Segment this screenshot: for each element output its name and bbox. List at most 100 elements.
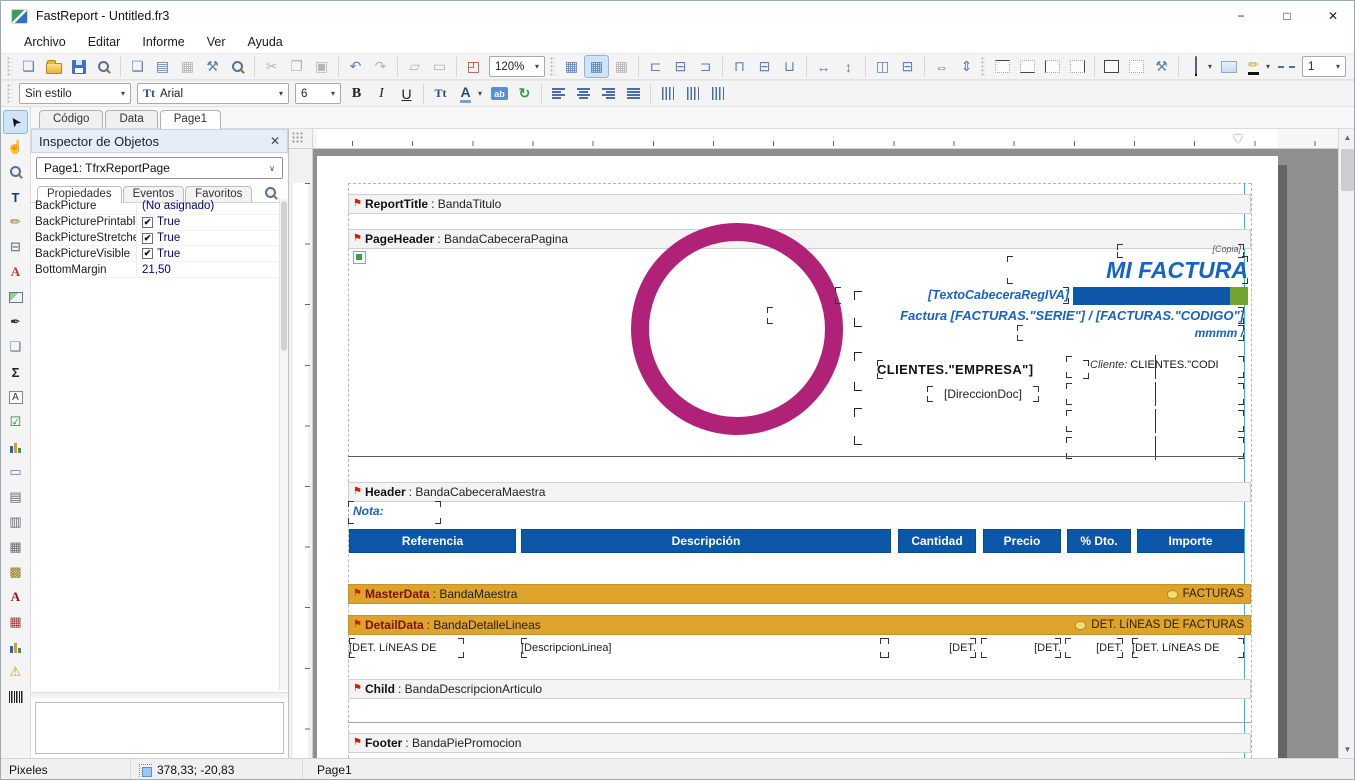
property-grid-scrollbar[interactable] <box>279 199 288 690</box>
property-row[interactable]: BackPicture(No asignado) <box>31 199 279 215</box>
preview-button[interactable] <box>91 55 116 78</box>
frame-all-button[interactable] <box>1099 55 1124 78</box>
inspector-splitter[interactable] <box>31 692 288 698</box>
cut-button[interactable]: ✂ <box>259 55 284 78</box>
save-button[interactable] <box>66 55 91 78</box>
tab-codigo[interactable]: Código <box>39 110 103 128</box>
property-row[interactable]: BackPictureVisible✔True <box>31 246 279 262</box>
highlight-dropdown[interactable]: ▾ <box>478 89 482 98</box>
memo-empty[interactable] <box>1066 383 1244 405</box>
tool-grid-button[interactable]: ▦ <box>3 535 28 559</box>
tab-page1[interactable]: Page1 <box>160 110 221 129</box>
frame-none-button[interactable] <box>1124 55 1149 78</box>
frame-right-button[interactable] <box>1065 55 1090 78</box>
tool-system-text-button[interactable]: Σ <box>3 360 28 384</box>
align-lefts-button[interactable]: ⊏ <box>643 55 668 78</box>
highlight-button[interactable]: A <box>453 82 478 105</box>
tool-checkbox-button[interactable]: ☑ <box>3 410 28 434</box>
italic-button[interactable]: I <box>369 82 394 105</box>
ruler-origin[interactable] <box>289 129 313 149</box>
tool-text-frame-button[interactable]: A <box>3 385 28 409</box>
memo-detail-dto[interactable]: [DET. <box>1065 638 1123 658</box>
menu-ayuda[interactable]: Ayuda <box>237 33 294 51</box>
tool-chart-button[interactable] <box>3 435 28 459</box>
show-grid-button[interactable]: ▦ <box>559 55 584 78</box>
tool-picture-object-button[interactable] <box>3 285 28 309</box>
space-vertically-button[interactable]: ↕ <box>836 55 861 78</box>
frame-left-button[interactable] <box>1040 55 1065 78</box>
inspector-close-icon[interactable]: ✕ <box>270 134 280 148</box>
band-header[interactable]: ⚑ Header: BandaCabeceraMaestra <box>348 482 1251 502</box>
background-button[interactable] <box>1216 55 1241 78</box>
memo-mi-factura[interactable]: MI FACTURA <box>1007 256 1248 284</box>
menu-ver[interactable]: Ver <box>196 33 237 51</box>
scrollbar-thumb[interactable] <box>281 201 287 351</box>
tool-format-button[interactable]: ✏ <box>3 210 28 234</box>
line-width-select[interactable]: 1▾ <box>1302 56 1346 77</box>
ungroup-button[interactable]: ▭ <box>427 55 452 78</box>
center-vertically-button[interactable]: ⊟ <box>895 55 920 78</box>
tool-hand-button[interactable]: ☝ <box>3 135 28 159</box>
vertical-ruler[interactable] <box>289 149 313 758</box>
frame-top-button[interactable] <box>990 55 1015 78</box>
frame-edit-button[interactable]: ⚒ <box>1149 55 1174 78</box>
tool-dmm-button[interactable]: ⚠ <box>3 660 28 684</box>
pageheader-line[interactable] <box>348 456 1244 457</box>
paste-button[interactable]: ▣ <box>309 55 334 78</box>
column-header-referencia[interactable]: Referencia <box>349 529 516 553</box>
checkbox-icon[interactable]: ✔ <box>142 248 153 259</box>
tool-select-button[interactable]: ➤ <box>3 110 28 134</box>
tab-data[interactable]: Data <box>105 110 157 128</box>
valign-bottom-button[interactable] <box>705 82 730 105</box>
regiva-color-bar[interactable] <box>1073 287 1248 305</box>
line-color-button[interactable]: ✏ <box>1241 55 1266 78</box>
align-tops-button[interactable]: ⊓ <box>727 55 752 78</box>
memo-detail-importe[interactable]: [DET. LíNEAS DE <box>1132 638 1244 658</box>
column-header-dto[interactable]: % Dto. <box>1067 529 1131 553</box>
rotate-button[interactable]: ↻ <box>512 82 537 105</box>
open-button[interactable] <box>41 55 66 78</box>
valign-top-button[interactable] <box>655 82 680 105</box>
align-to-grid-button[interactable]: ▦ <box>584 55 609 78</box>
tool-insert-band-button[interactable]: ⊟ <box>3 235 28 259</box>
frame-bottom-button[interactable] <box>1015 55 1040 78</box>
band-masterdata[interactable]: ⚑ MasterData: BandaMaestra FACTURAS <box>348 584 1251 604</box>
tool-db-richtext-button[interactable]: ▦ <box>3 610 28 634</box>
report-page[interactable]: ⚑ ReportTitle: BandaTitulo ⚑ PageHeader:… <box>317 156 1278 758</box>
band-child[interactable]: ⚑ Child: BandaDescripcionArticulo <box>348 679 1251 699</box>
memo-nota[interactable]: Nota: <box>348 501 441 524</box>
align-right-button[interactable] <box>596 82 621 105</box>
band-detaildata[interactable]: ⚑ DetailData: BandaDetalleLineas DET. Lí… <box>348 615 1251 635</box>
picture-placeholder-icon[interactable] <box>353 251 366 264</box>
style-select[interactable]: Sin estilo▾ <box>19 83 131 104</box>
logo-circle[interactable] <box>631 223 843 435</box>
menu-archivo[interactable]: Archivo <box>13 33 77 51</box>
toolbar-grip[interactable] <box>981 57 986 77</box>
center-horizontally-button[interactable]: ◫ <box>870 55 895 78</box>
tool-barcode-button[interactable] <box>3 685 28 709</box>
inspector-header[interactable]: Inspector de Objetos ✕ <box>31 129 288 153</box>
memo-factura-serie-codigo[interactable]: Factura [FACTURAS."SERIE"] / [FACTURAS."… <box>767 307 1244 324</box>
memo-detail-cantidad[interactable]: [DET. <box>880 638 976 658</box>
font-select[interactable]: TtArial▾ <box>137 83 289 104</box>
valign-middle-button[interactable] <box>680 82 705 105</box>
memo-empty[interactable] <box>1066 410 1244 432</box>
tool-table-button[interactable]: ▥ <box>3 510 28 534</box>
tool-gauge-button[interactable]: ▤ <box>3 485 28 509</box>
report-canvas[interactable]: ⚑ ReportTitle: BandaTitulo ⚑ PageHeader:… <box>313 149 1338 758</box>
line-style-button[interactable] <box>1274 55 1299 78</box>
align-justify-button[interactable] <box>621 82 646 105</box>
toolbar-grip[interactable] <box>7 57 12 77</box>
line-color-dropdown[interactable]: ▾ <box>1266 62 1270 71</box>
column-header-descripcion[interactable]: Descripción <box>521 529 891 553</box>
align-centers-button[interactable]: ⊟ <box>668 55 693 78</box>
new-page-button[interactable]: ❏ <box>125 55 150 78</box>
tool-db-chart-button[interactable] <box>3 635 28 659</box>
align-center-button[interactable] <box>571 82 596 105</box>
memo-cliente-empresa[interactable]: CLIENTES."EMPRESA"] <box>877 360 1089 379</box>
memo-fecha[interactable]: mmmm / <box>1017 325 1244 341</box>
font-color-button[interactable]: Tt <box>428 82 453 105</box>
toolbar-grip[interactable] <box>7 84 12 104</box>
align-bottoms-button[interactable]: ⊔ <box>777 55 802 78</box>
tool-text-button[interactable]: T <box>3 185 28 209</box>
